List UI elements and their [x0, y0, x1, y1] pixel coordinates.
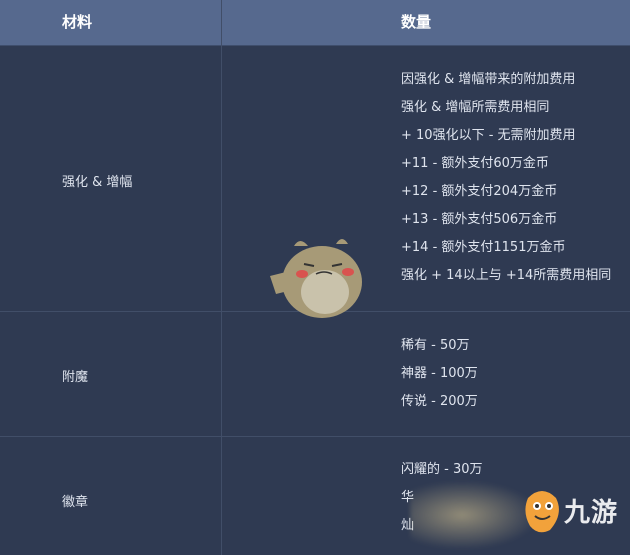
jiuyou-logo-icon — [525, 491, 559, 533]
list-item: +12 - 额外支付204万金币 — [401, 184, 558, 199]
list-item: 神器 - 100万 — [401, 366, 478, 381]
row-label-badge: 徽章 — [62, 495, 89, 510]
list-item: 传说 - 200万 — [401, 394, 478, 409]
column-divider — [221, 0, 222, 555]
list-item: 强化 & 增幅所需费用相同 — [401, 100, 550, 115]
list-item: +14 - 额外支付1151万金币 — [401, 240, 566, 255]
table-header: 材料 数量 — [0, 0, 630, 46]
row-label-enchant: 附魔 — [62, 370, 89, 385]
row-values-enhance: 因强化 & 增幅带来的附加费用 强化 & 增幅所需费用相同 + 10强化以下 -… — [401, 66, 611, 290]
row-divider — [0, 436, 630, 437]
header-material: 材料 — [62, 13, 93, 31]
row-values-enchant: 稀有 - 50万 神器 - 100万 传说 - 200万 — [401, 332, 478, 416]
list-item: 稀有 - 50万 — [401, 338, 470, 353]
list-item: +13 - 额外支付506万金币 — [401, 212, 558, 227]
list-item: 因强化 & 增幅带来的附加费用 — [401, 72, 576, 87]
mascot-icon — [270, 239, 362, 318]
list-item: + 10强化以下 - 无需附加费用 — [401, 128, 576, 143]
list-item: 强化 + 14以上与 +14所需费用相同 — [401, 268, 612, 283]
watermark-text: 九游 — [564, 498, 619, 528]
header-quantity: 数量 — [401, 13, 432, 31]
list-item: +11 - 额外支付60万金币 — [401, 156, 549, 171]
row-label-enhance: 强化 & 增幅 — [62, 175, 133, 190]
